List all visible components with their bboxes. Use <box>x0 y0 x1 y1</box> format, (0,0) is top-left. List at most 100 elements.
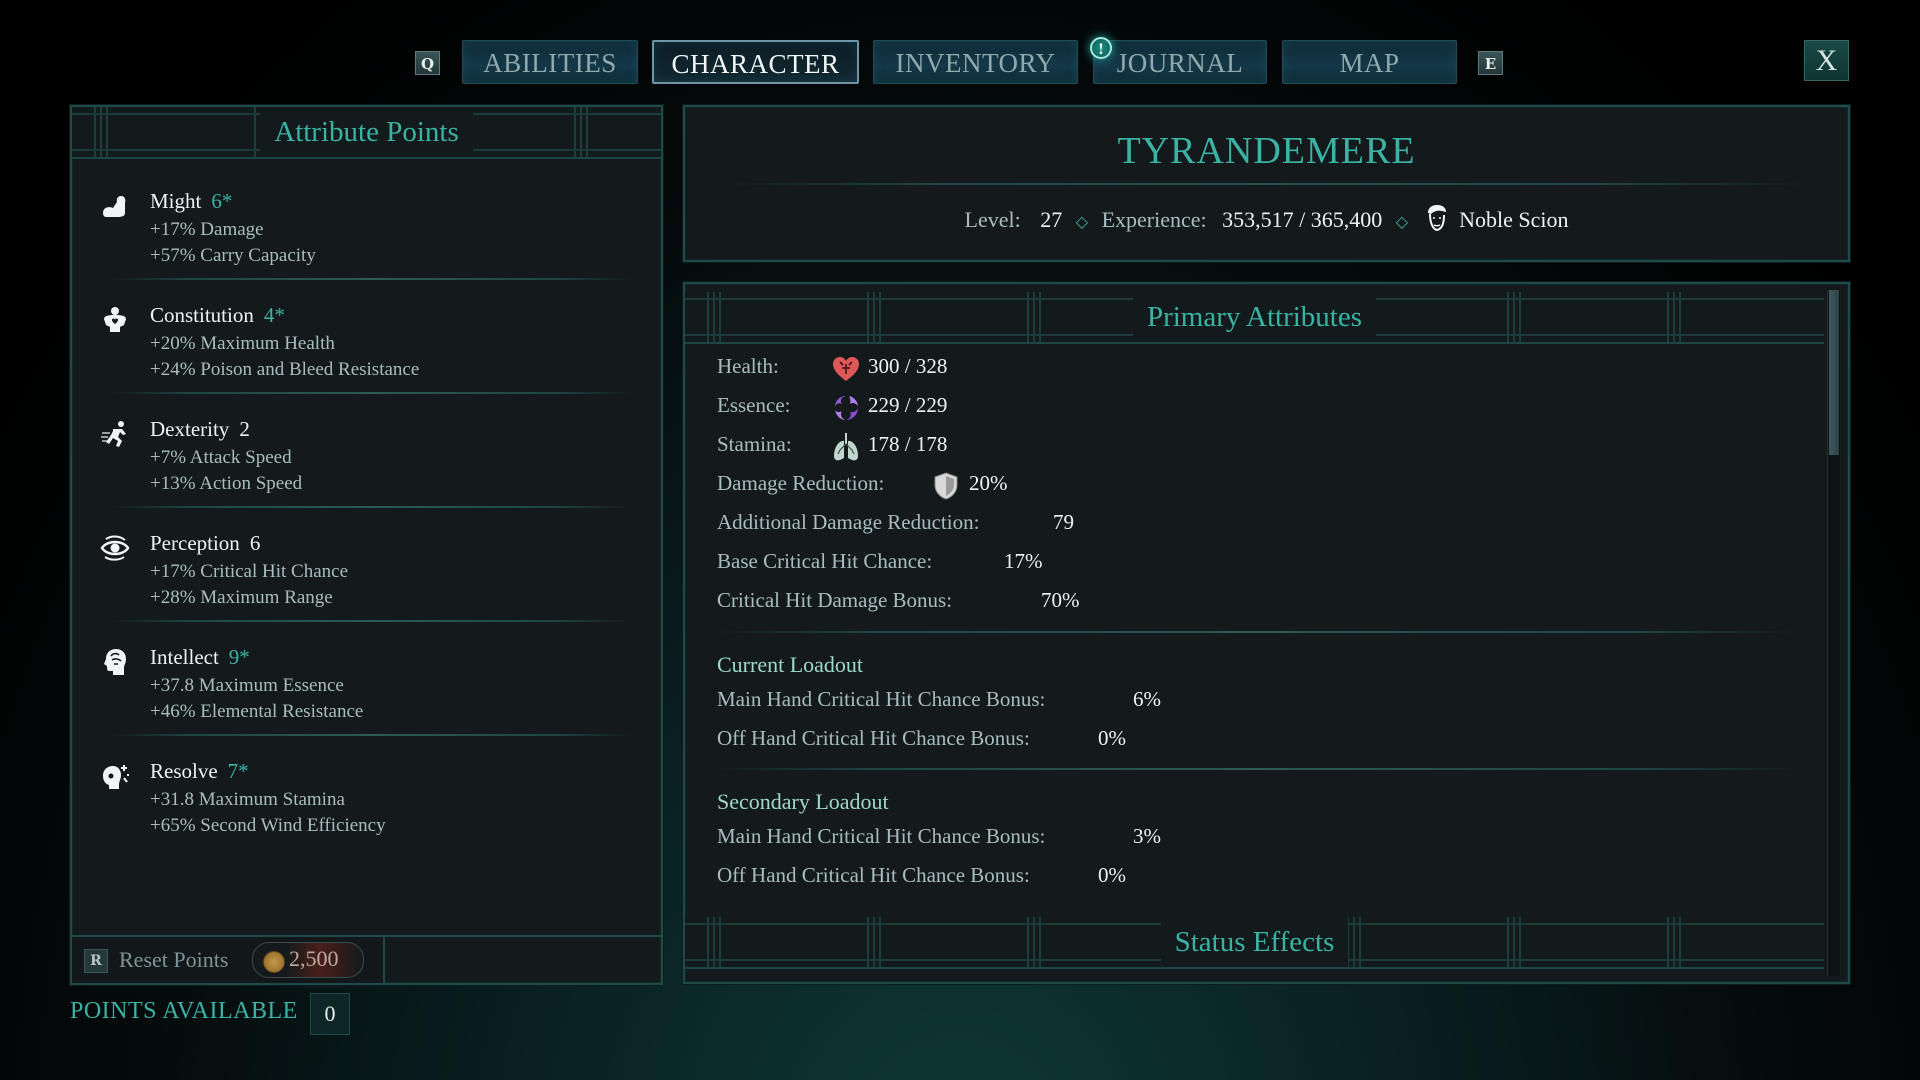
status-effects-header: Status Effects <box>685 917 1824 969</box>
stat-value: 70% <box>1041 588 1080 612</box>
stat-value: 229 / 229 <box>868 393 948 417</box>
stat-label: Stamina: <box>717 432 792 456</box>
stat-label: Off Hand Critical Hit Chance Bonus: <box>717 726 1030 750</box>
stat-label: Main Hand Critical Hit Chance Bonus: <box>717 824 1046 848</box>
stat-value: 79 <box>1053 510 1074 534</box>
primary-attributes-header: Primary Attributes <box>685 292 1824 344</box>
attribute-name: Might <box>150 189 202 213</box>
lungs-icon <box>834 433 858 461</box>
attribute-points-panel: Attribute Points Might 6* +17% Damage +57… <box>70 105 663 985</box>
attribute-value: 6 <box>249 531 261 555</box>
attribute-bonus: +31.8 Maximum Stamina <box>150 789 345 810</box>
stat-label: Essence: <box>717 393 791 417</box>
stat-value: 6% <box>1133 687 1161 711</box>
attribute-value: 7* <box>227 759 249 783</box>
level-value: 27 <box>1040 207 1063 232</box>
stat-value: 178 / 178 <box>868 432 948 456</box>
tab-abilities[interactable]: ABILITIES <box>462 40 638 84</box>
attribute-constitution[interactable]: Constitution 4* +20% Maximum Health +24% … <box>90 293 643 407</box>
close-button[interactable]: X <box>1804 40 1849 81</box>
stat-value: 0% <box>1098 863 1126 887</box>
level-label: Level: <box>964 207 1021 232</box>
brain-head-icon <box>104 649 126 675</box>
divider <box>715 631 1798 633</box>
reset-points-label: Reset Points <box>119 947 229 972</box>
prev-tab-key-hint[interactable]: Q <box>415 51 440 75</box>
attribute-name: Constitution <box>150 303 254 327</box>
tab-character[interactable]: CHARACTER <box>652 40 859 84</box>
attribute-name: Intellect <box>150 645 219 669</box>
attribute-bonus: +46% Elemental Resistance <box>150 701 364 722</box>
reset-cost: 2,500 <box>252 942 364 978</box>
reset-key-hint: R <box>84 949 108 973</box>
character-summary: Level: 27 ◇ Experience: 353,517 / 365,40… <box>685 203 1848 233</box>
attribute-value: 2 <box>239 417 250 441</box>
attribute-name: Perception <box>150 531 240 555</box>
separator-diamond-icon: ◇ <box>1395 214 1409 231</box>
divider <box>715 768 1798 770</box>
attribute-bonus: +24% Poison and Bleed Resistance <box>150 359 420 380</box>
reset-points-button[interactable]: R Reset Points 2,500 <box>72 937 385 983</box>
next-tab-key-hint[interactable]: E <box>1478 51 1503 75</box>
tab-map[interactable]: MAP <box>1282 40 1457 84</box>
stat-value: 300 / 328 <box>868 354 948 378</box>
scrollbar-thumb[interactable] <box>1829 290 1839 455</box>
primary-attributes-title: Primary Attributes <box>1132 292 1377 342</box>
attribute-bonus: +28% Maximum Range <box>150 587 333 608</box>
attribute-might[interactable]: Might 6* +17% Damage +57% Carry Capacity <box>90 179 643 293</box>
attribute-value: 6* <box>211 189 233 213</box>
resolve-head-icon <box>103 765 129 789</box>
heart-torso-icon <box>104 307 126 332</box>
attribute-bonus: +57% Carry Capacity <box>150 245 316 266</box>
divider <box>112 278 631 280</box>
current-loadout-title: Current Loadout <box>717 652 864 677</box>
character-header-panel: TYRANDEMERE Level: 27 ◇ Experience: 353,… <box>683 105 1850 262</box>
attribute-points-header: Attribute Points <box>72 107 661 159</box>
divider <box>112 506 631 508</box>
noble-portrait-icon <box>1427 205 1446 232</box>
stat-value: 17% <box>1004 549 1043 573</box>
divider <box>112 734 631 736</box>
shield-icon <box>934 472 958 500</box>
attribute-perception[interactable]: Perception 6 +17% Critical Hit Chance +28… <box>90 521 643 635</box>
divider <box>112 392 631 394</box>
reset-cost-value: 2,500 <box>289 946 339 971</box>
scrollbar-track[interactable] <box>1827 290 1840 976</box>
attribute-resolve[interactable]: Resolve 7* +31.8 Maximum Stamina +65% Sec… <box>90 749 643 863</box>
attribute-bonus: +7% Attack Speed <box>150 447 292 468</box>
attribute-bonus: +65% Second Wind Efficiency <box>150 815 386 836</box>
points-available-label: POINTS AVAILABLE <box>70 998 298 1024</box>
attribute-name: Dexterity <box>150 417 230 441</box>
background-name: Noble Scion <box>1459 207 1569 232</box>
divider <box>725 183 1808 185</box>
status-effects-title: Status Effects <box>1160 917 1349 967</box>
stat-label: Health: <box>717 354 779 378</box>
attribute-intellect[interactable]: Intellect 9* +37.8 Maximum Essence +46% E… <box>90 635 643 749</box>
attribute-dexterity[interactable]: Dexterity 2 +7% Attack Speed +13% Action … <box>90 407 643 521</box>
tab-inventory[interactable]: INVENTORY <box>873 40 1078 84</box>
flexed-arm-icon <box>103 196 126 217</box>
eye-icon <box>100 535 130 561</box>
tab-journal[interactable]: JOURNAL <box>1093 40 1267 84</box>
gold-coin-icon <box>263 951 285 973</box>
stat-value: 20% <box>969 471 1008 495</box>
essence-swirl-icon <box>835 396 858 420</box>
attribute-value: 4* <box>263 303 285 327</box>
character-name: TYRANDEMERE <box>1117 130 1416 172</box>
journal-notification-badge: ! <box>1090 37 1112 59</box>
primary-attributes-panel: Primary Attributes Health: 300 / 328 Ess… <box>683 282 1850 984</box>
divider <box>112 620 631 622</box>
stat-label: Additional Damage Reduction: <box>717 510 980 534</box>
attribute-bonus: +17% Critical Hit Chance <box>150 561 349 582</box>
experience-value: 353,517 / 365,400 <box>1222 207 1383 232</box>
stat-label: Critical Hit Damage Bonus: <box>717 588 953 612</box>
experience-label: Experience: <box>1101 207 1207 232</box>
heart-icon <box>833 357 859 381</box>
stat-label: Off Hand Critical Hit Chance Bonus: <box>717 863 1030 887</box>
secondary-loadout-title: Secondary Loadout <box>717 789 889 814</box>
separator-diamond-icon: ◇ <box>1075 214 1089 231</box>
stat-label: Main Hand Critical Hit Chance Bonus: <box>717 687 1046 711</box>
stat-label: Damage Reduction: <box>717 471 885 495</box>
attribute-bonus: +17% Damage <box>150 219 264 240</box>
points-available-value: 0 <box>310 993 350 1035</box>
